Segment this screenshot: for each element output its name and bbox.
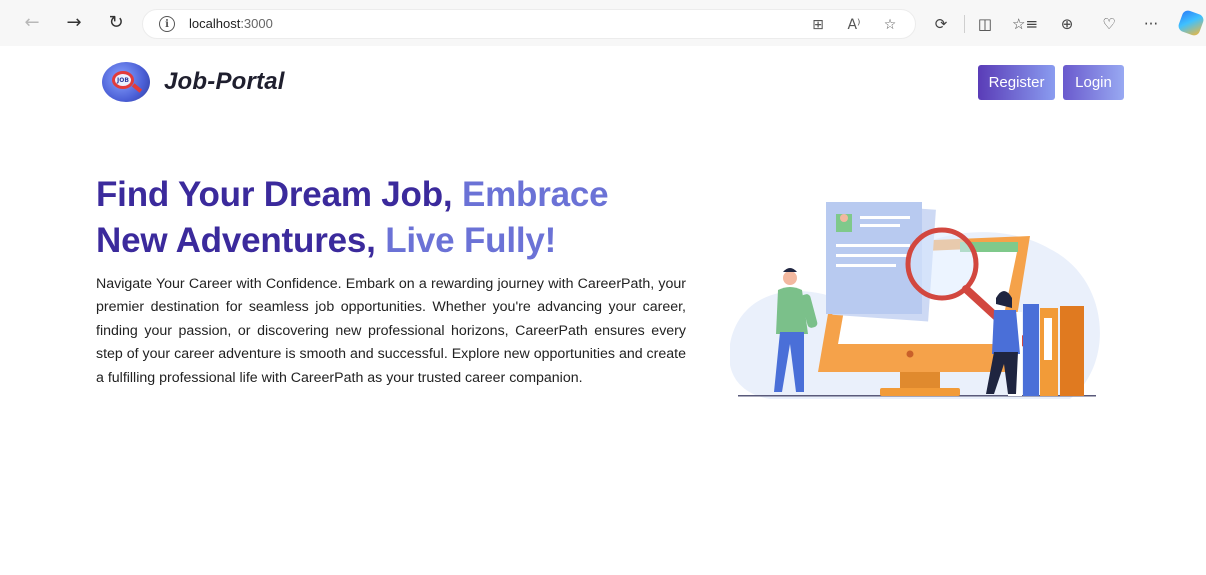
back-button[interactable]: ←	[22, 13, 42, 33]
doc-line-1	[860, 216, 910, 219]
more-icon[interactable]: ···	[1140, 13, 1162, 35]
app-grid-icon[interactable]: ⊞	[809, 16, 827, 34]
star-icon[interactable]: ☆	[881, 16, 899, 34]
doc-line-4	[836, 254, 910, 257]
headline-part-1: Find Your Dream Job,	[96, 175, 462, 214]
headline-part-3: New Adventures,	[96, 221, 386, 260]
heart-pulse-icon[interactable]: ♡	[1098, 13, 1120, 35]
woman-torso	[992, 310, 1020, 354]
info-icon[interactable]: i	[159, 16, 175, 32]
binder-blue	[1023, 304, 1039, 396]
split-screen-icon[interactable]: ◫	[974, 13, 996, 35]
logo-handle	[131, 83, 143, 93]
monitor-button	[906, 350, 914, 358]
man-hair	[783, 268, 797, 272]
document-photo-face	[840, 214, 848, 222]
login-button[interactable]: Login	[1063, 65, 1124, 100]
collections-icon[interactable]: ⊕	[1056, 13, 1078, 35]
url-host: localhost	[189, 16, 241, 31]
binder-label	[1044, 318, 1052, 360]
url-port: :3000	[240, 16, 273, 31]
copilot-icon[interactable]	[1176, 8, 1206, 38]
doc-line-3	[836, 244, 910, 247]
url-text[interactable]: localhost:3000	[189, 16, 273, 31]
toolbar-divider	[964, 15, 965, 33]
doc-line-2	[860, 224, 900, 227]
read-aloud-icon[interactable]: A⁾	[845, 16, 863, 34]
binder-dark-orange	[1060, 306, 1084, 396]
brand[interactable]: JOB Job-Portal	[102, 62, 285, 102]
headline-part-2: Embrace	[461, 175, 609, 214]
hero-description: Navigate Your Career with Confidence. Em…	[96, 276, 686, 386]
puzzle-icon[interactable]: ⟳	[930, 13, 952, 35]
arrow-right-icon: →	[66, 12, 82, 33]
headline-part-4: Live Fully!	[385, 221, 557, 260]
refresh-button[interactable]: ↻	[106, 13, 126, 33]
job-portal-logo-icon: JOB	[102, 62, 150, 102]
page-content: JOB Job-Portal Register Login Find Your …	[10, 46, 1206, 575]
address-bar[interactable]: i localhost:3000 ⊞ A⁾ ☆	[142, 9, 916, 39]
favorites-list-icon[interactable]: ☆≡	[1012, 13, 1038, 35]
job-search-illustration	[730, 202, 1100, 399]
monitor-base	[880, 388, 960, 396]
arrow-left-icon: ←	[24, 12, 40, 33]
man-head	[783, 271, 797, 285]
refresh-icon: ↻	[108, 12, 124, 33]
brand-name: Job-Portal	[164, 68, 285, 95]
forward-button[interactable]: →	[64, 13, 84, 33]
browser-toolbar: ← → ↻ i localhost:3000 ⊞ A⁾ ☆ ⟳ ◫ ☆≡ ⊕ ♡…	[0, 0, 1206, 46]
logo-lens: JOB	[112, 71, 134, 89]
hero-headline: Find Your Dream Job, Embrace New Adventu…	[96, 172, 656, 264]
register-button[interactable]: Register	[978, 65, 1055, 100]
doc-line-5	[836, 264, 896, 267]
